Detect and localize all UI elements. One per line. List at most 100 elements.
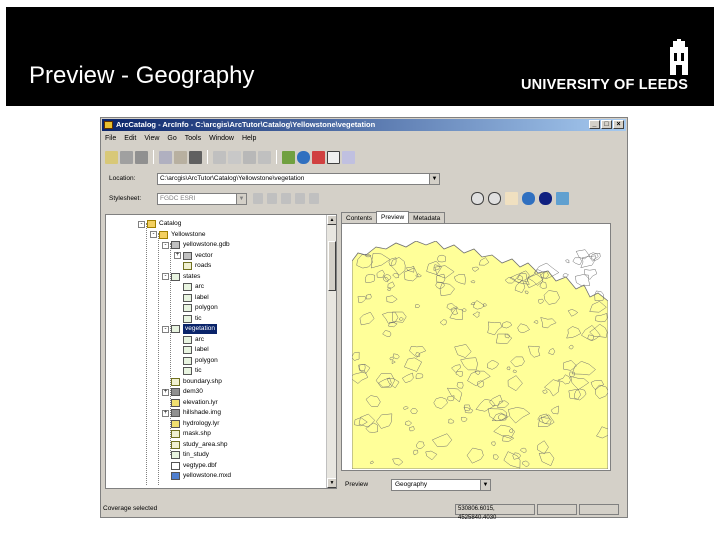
- tree-item[interactable]: + dem30: [162, 387, 203, 397]
- copy-icon[interactable]: [159, 150, 172, 164]
- location-input[interactable]: C:\arcgis\ArcTutor\Catalog\Yellowstone\v…: [157, 173, 440, 185]
- collapse-icon[interactable]: -: [138, 220, 145, 228]
- whats-this-icon[interactable]: [342, 150, 355, 164]
- menu-view[interactable]: View: [144, 133, 159, 145]
- tree-item[interactable]: - yellowstone.gdb: [162, 240, 230, 250]
- tree-item[interactable]: arc: [174, 335, 204, 345]
- logo-text: UNIVERSITY OF LEEDS: [521, 77, 689, 93]
- expand-icon[interactable]: +: [162, 388, 169, 396]
- menu-edit[interactable]: Edit: [124, 133, 136, 145]
- status-cell: [537, 504, 577, 515]
- menu-window[interactable]: Window: [209, 133, 234, 145]
- university-logo: UNIVERSITY OF LEEDS: [515, 39, 705, 99]
- tree-item[interactable]: tic: [174, 366, 202, 376]
- tree-item[interactable]: boundary.shp: [162, 377, 222, 387]
- db-icon: [183, 251, 192, 260]
- expand-icon[interactable]: +: [162, 409, 169, 417]
- details-icon[interactable]: [243, 150, 256, 164]
- tab-metadata[interactable]: Metadata: [408, 212, 446, 223]
- maximize-button[interactable]: □: [601, 120, 612, 129]
- tree-item[interactable]: - states: [162, 272, 200, 282]
- create-thumbnail-icon[interactable]: [556, 192, 569, 205]
- chevron-down-icon[interactable]: ▼: [236, 194, 246, 204]
- expand-icon[interactable]: +: [174, 252, 181, 259]
- vegetation-polygon: [584, 269, 598, 280]
- close-button[interactable]: ×: [613, 120, 624, 129]
- arctoolbox-icon[interactable]: [312, 150, 325, 164]
- create-metadata-icon[interactable]: [281, 193, 291, 204]
- preview-type-select[interactable]: Geography ▼: [391, 479, 491, 491]
- large-icons-icon[interactable]: [213, 150, 226, 164]
- scroll-down-icon[interactable]: ▼: [327, 478, 336, 488]
- tree-item[interactable]: elevation.lyr: [162, 398, 218, 408]
- tree-item[interactable]: vegtype.dbf: [162, 461, 217, 471]
- ftr-icon: [171, 440, 180, 449]
- tree-item[interactable]: polygon: [174, 303, 218, 313]
- zoom-in-icon[interactable]: [471, 192, 484, 205]
- window-title: ArcCatalog - ArcInfo - C:\arcgis\ArcTuto…: [116, 120, 376, 129]
- preview-label: Preview: [345, 481, 369, 488]
- import-metadata-icon[interactable]: [295, 193, 305, 204]
- tree-item[interactable]: - vegetation: [162, 324, 217, 334]
- menu-file[interactable]: File: [105, 133, 116, 145]
- scroll-up-icon[interactable]: ▲: [327, 215, 336, 225]
- identify-icon[interactable]: [539, 192, 552, 205]
- tree-item[interactable]: yellowstone.mxd: [162, 471, 231, 481]
- globe-icon[interactable]: [297, 150, 310, 164]
- tree-item[interactable]: tic: [174, 314, 202, 324]
- tree-item[interactable]: study_area.shp: [162, 440, 227, 450]
- stylesheet-select[interactable]: FGDC ESRI ▼: [157, 193, 247, 205]
- lyr-icon: [171, 398, 180, 407]
- tree-item[interactable]: polygon: [174, 356, 218, 366]
- menu-help[interactable]: Help: [242, 133, 256, 145]
- up-one-level-icon[interactable]: [105, 150, 118, 164]
- tree-item[interactable]: arc: [174, 282, 204, 292]
- tree-item[interactable]: - Yellowstone: [150, 230, 205, 240]
- disconnect-folder-icon[interactable]: [135, 150, 148, 164]
- scrollbar-thumb[interactable]: [328, 241, 336, 291]
- tree-item[interactable]: mask.shp: [162, 429, 211, 439]
- tree-item-label: tin_study: [183, 451, 210, 458]
- minimize-button[interactable]: _: [589, 120, 600, 129]
- pts-icon: [171, 325, 180, 333]
- full-extent-icon[interactable]: [522, 192, 535, 205]
- tree-item[interactable]: label: [174, 345, 209, 355]
- tree-item[interactable]: label: [174, 293, 209, 303]
- preview-pane[interactable]: [341, 223, 611, 471]
- ftr-icon: [171, 430, 180, 438]
- tree-item[interactable]: + vector: [174, 251, 213, 261]
- tree-item[interactable]: hydrology.lyr: [162, 419, 219, 429]
- export-metadata-icon[interactable]: [309, 193, 319, 204]
- edit-metadata-icon[interactable]: [253, 193, 263, 204]
- tree-scrollbar[interactable]: ▲ ▼: [326, 215, 336, 488]
- collapse-icon[interactable]: -: [162, 325, 169, 333]
- list-icon[interactable]: [228, 150, 241, 164]
- thumbnails-icon[interactable]: [258, 150, 271, 164]
- launch-arcmap-icon[interactable]: [282, 150, 295, 164]
- collapse-icon[interactable]: -: [162, 273, 169, 280]
- connect-folder-icon[interactable]: [120, 150, 133, 164]
- paste-icon[interactable]: [174, 150, 187, 164]
- stylesheet-bar: Stylesheet: FGDC ESRI ▼: [105, 192, 345, 206]
- collapse-icon[interactable]: -: [150, 231, 157, 238]
- ftr-icon: [171, 377, 180, 386]
- tree-item[interactable]: - Catalog: [138, 219, 181, 229]
- tree-item[interactable]: + hillshade.img: [162, 408, 221, 418]
- collapse-icon[interactable]: -: [162, 241, 169, 249]
- metadata-properties-icon[interactable]: [267, 193, 277, 204]
- tree-item[interactable]: tin_study: [162, 450, 209, 460]
- tree-item[interactable]: roads: [174, 261, 211, 271]
- vegetation-map[interactable]: [352, 241, 608, 469]
- chevron-down-icon[interactable]: ▼: [429, 174, 439, 184]
- tab-contents[interactable]: Contents: [341, 212, 378, 223]
- chevron-down-icon[interactable]: ▼: [480, 480, 490, 490]
- stylesheet-value: FGDC ESRI: [160, 195, 196, 202]
- pan-icon[interactable]: [505, 192, 518, 205]
- delete-icon[interactable]: [189, 150, 202, 164]
- menu-go[interactable]: Go: [167, 133, 176, 145]
- zoom-out-icon[interactable]: [488, 192, 501, 205]
- tab-preview[interactable]: Preview: [376, 211, 410, 223]
- menu-tools[interactable]: Tools: [185, 133, 201, 145]
- tree-item-label: vegetation: [183, 324, 217, 334]
- command-line-icon[interactable]: [327, 150, 340, 164]
